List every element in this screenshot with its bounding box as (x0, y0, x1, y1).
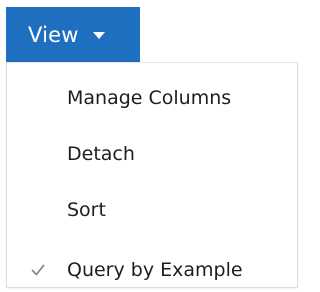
view-menu-button[interactable]: View (6, 7, 140, 62)
menu-item-label: Manage Columns (67, 87, 232, 109)
menu-item-label: Sort (67, 199, 106, 221)
menu-item-sort[interactable]: Sort (7, 188, 297, 232)
caret-down-icon (92, 32, 105, 39)
menu-item-label: Detach (67, 143, 135, 165)
menu-item-label: Query by Example (67, 259, 243, 281)
menu-item-detach[interactable]: Detach (7, 132, 297, 176)
checkmark-icon (31, 264, 45, 276)
menu-item-query-by-example[interactable]: Query by Example (7, 248, 297, 292)
menu-item-manage-columns[interactable]: Manage Columns (7, 76, 297, 120)
view-menu-container: View Manage Columns Detach Sort Query by… (0, 0, 305, 292)
view-dropdown-menu: Manage Columns Detach Sort Query by Exam… (6, 62, 298, 288)
view-menu-label: View (28, 22, 79, 47)
